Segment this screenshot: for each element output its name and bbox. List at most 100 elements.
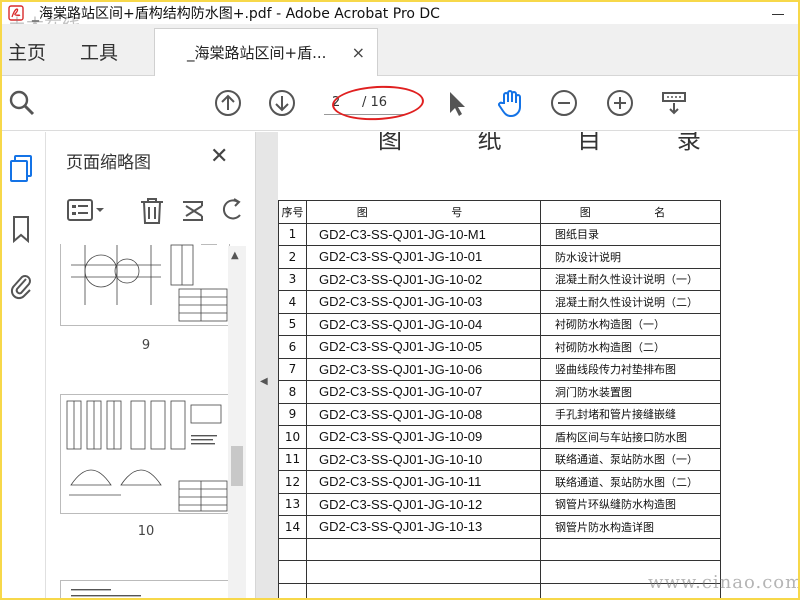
delete-icon[interactable] (138, 196, 166, 230)
table-row: 3 GD2-C3-SS-QJ01-JG-10-02 混凝土耐久性设计说明（一） (278, 267, 721, 291)
row-drawing-name: 混凝土耐久性设计说明（二） (540, 290, 721, 314)
watermark-bottom-right: www.cinao.com (648, 572, 798, 593)
thumbnail-page-10[interactable] (60, 394, 230, 514)
row-drawing-code: GD2-C3-SS-QJ01-JG-10-11 (306, 470, 541, 494)
row-number: 7 (278, 357, 307, 381)
row-drawing-code: GD2-C3-SS-QJ01-JG-10-M1 (306, 222, 541, 246)
thumbnail-page-11[interactable] (60, 580, 230, 598)
row-number: 3 (278, 267, 307, 291)
scrollbar-thumb[interactable] (231, 446, 243, 486)
table-header-row: 序号 图 号 图 名 (278, 200, 721, 224)
document-tab-label: _海棠路站区间+盾... (187, 44, 327, 62)
row-drawing-code: GD2-C3-SS-QJ01-JG-10-04 (306, 312, 541, 336)
header-drawing-name: 图 名 (540, 200, 721, 224)
row-number: 13 (278, 492, 307, 516)
row-drawing-code: GD2-C3-SS-QJ01-JG-10-09 (306, 425, 541, 449)
row-number: 12 (278, 470, 307, 494)
row-number: 10 (278, 425, 307, 449)
panel-title: 页面缩略图 (66, 153, 151, 173)
table-row: 8 GD2-C3-SS-QJ01-JG-10-07 洞门防水装置图 (278, 380, 721, 404)
attachment-icon[interactable] (8, 270, 34, 300)
row-number: 2 (278, 245, 307, 269)
tab-document[interactable]: _海棠路站区间+盾... × (154, 28, 378, 76)
row-number: 14 (278, 515, 307, 539)
tab-home[interactable]: 主页 (8, 38, 46, 65)
row-drawing-code (306, 582, 541, 598)
panel-toolbar (46, 190, 256, 234)
navigation-rail (2, 132, 46, 598)
table-row: 9 GD2-C3-SS-QJ01-JG-10-08 手孔封堵和管片接缝嵌缝 (278, 402, 721, 426)
row-drawing-code: GD2-C3-SS-QJ01-JG-10-12 (306, 492, 541, 516)
thumbnail-label: 9 (141, 338, 151, 353)
row-number: 4 (278, 290, 307, 314)
row-number: 5 (278, 312, 307, 336)
row-drawing-code: GD2-C3-SS-QJ01-JG-10-05 (306, 335, 541, 359)
hand-tool-icon[interactable] (496, 89, 524, 118)
row-number: 8 (278, 380, 307, 404)
row-number: 9 (278, 402, 307, 426)
close-panel-button[interactable]: ✕ (210, 146, 228, 168)
crop-icon[interactable] (180, 196, 208, 230)
table-row (278, 537, 721, 561)
tab-row: 主页 工具 _海棠路站区间+盾... × (2, 24, 798, 76)
page-up-icon[interactable] (214, 89, 242, 117)
thumbnail-scrollbar[interactable]: ▲ (228, 246, 246, 598)
row-drawing-name: 图纸目录 (540, 222, 721, 246)
page-down-icon[interactable] (268, 89, 296, 117)
thumbnail-page-9[interactable] (60, 244, 230, 326)
table-row: 1 GD2-C3-SS-QJ01-JG-10-M1 图纸目录 (278, 222, 721, 246)
row-number (278, 537, 307, 561)
scroll-mode-icon[interactable] (660, 89, 688, 117)
page-thumbnails-icon[interactable] (8, 154, 34, 184)
drawings-index-table: 序号 图 号 图 名 1 GD2-C3-SS-QJ01-JG-10-M1 图纸目录 2… (278, 200, 721, 598)
row-drawing-code: GD2-C3-SS-QJ01-JG-10-08 (306, 402, 541, 426)
tab-tools[interactable]: 工具 (80, 38, 118, 65)
table-row: 12 GD2-C3-SS-QJ01-JG-10-11 联络通道、泵站防水图（二） (278, 470, 721, 494)
app-window: _海棠路站区间+盾构结构防水图+.pdf - Adobe Acrobat Pro… (2, 2, 798, 598)
window-title: _海棠路站区间+盾构结构防水图+.pdf - Adobe Acrobat Pro… (32, 6, 440, 22)
rotate-icon[interactable] (220, 196, 248, 230)
header-drawing-code: 图 号 (306, 200, 541, 224)
row-number: 6 (278, 335, 307, 359)
pdf-page: 图 纸 目 录 序号 图 号 图 名 1 GD2-C3-SS-QJ01-JG-10… (278, 132, 798, 598)
row-drawing-code: GD2-C3-SS-QJ01-JG-10-07 (306, 380, 541, 404)
table-row: 11 GD2-C3-SS-QJ01-JG-10-10 联络通道、泵站防水图（一） (278, 447, 721, 471)
row-drawing-name: 钢管片环纵缝防水构造图 (540, 492, 721, 516)
table-row: 7 GD2-C3-SS-QJ01-JG-10-06 竖曲线段传力衬垫排布图 (278, 357, 721, 381)
minimize-button[interactable] (768, 4, 788, 22)
bookmark-icon[interactable] (8, 214, 34, 244)
row-drawing-code: GD2-C3-SS-QJ01-JG-10-06 (306, 357, 541, 381)
row-number: 1 (278, 222, 307, 246)
row-drawing-code: GD2-C3-SS-QJ01-JG-10-02 (306, 267, 541, 291)
row-drawing-name: 联络通道、泵站防水图（一） (540, 447, 721, 471)
row-drawing-name: 衬砌防水构造图（一） (540, 312, 721, 336)
scroll-up-icon[interactable]: ▲ (231, 250, 239, 261)
row-drawing-name: 手孔封堵和管片接缝嵌缝 (540, 402, 721, 426)
row-drawing-name: 洞门防水装置图 (540, 380, 721, 404)
close-tab-button[interactable]: × (352, 43, 365, 62)
title-bar: _海棠路站区间+盾构结构防水图+.pdf - Adobe Acrobat Pro… (2, 2, 798, 24)
page-heading: 图 纸 目 录 (378, 132, 735, 154)
row-number: 11 (278, 447, 307, 471)
table-row: 10 GD2-C3-SS-QJ01-JG-10-09 盾构区间与车站接口防水图 (278, 425, 721, 449)
thumbnail-list: 9 10 (46, 244, 246, 598)
table-row: 2 GD2-C3-SS-QJ01-JG-10-01 防水设计说明 (278, 245, 721, 269)
zoom-out-icon[interactable] (550, 89, 578, 117)
thumbnail-label: 10 (137, 524, 155, 539)
row-drawing-code: GD2-C3-SS-QJ01-JG-10-01 (306, 245, 541, 269)
row-drawing-code: GD2-C3-SS-QJ01-JG-10-03 (306, 290, 541, 314)
select-arrow-icon[interactable] (442, 89, 470, 117)
table-row: 5 GD2-C3-SS-QJ01-JG-10-04 衬砌防水构造图（一） (278, 312, 721, 336)
options-icon[interactable] (66, 196, 106, 228)
zoom-in-icon[interactable] (606, 89, 634, 117)
header-number: 序号 (278, 200, 307, 224)
table-row: 4 GD2-C3-SS-QJ01-JG-10-03 混凝土耐久性设计说明（二） (278, 290, 721, 314)
row-number (278, 582, 307, 598)
row-drawing-name: 衬砌防水构造图（二） (540, 335, 721, 359)
collapse-panel-icon[interactable]: ◀ (260, 376, 268, 387)
zoom-search-icon[interactable] (8, 89, 36, 117)
row-drawing-code (306, 537, 541, 561)
row-drawing-code: GD2-C3-SS-QJ01-JG-10-13 (306, 515, 541, 539)
row-drawing-name: 钢管片防水构造详图 (540, 515, 721, 539)
table-row: 6 GD2-C3-SS-QJ01-JG-10-05 衬砌防水构造图（二） (278, 335, 721, 359)
